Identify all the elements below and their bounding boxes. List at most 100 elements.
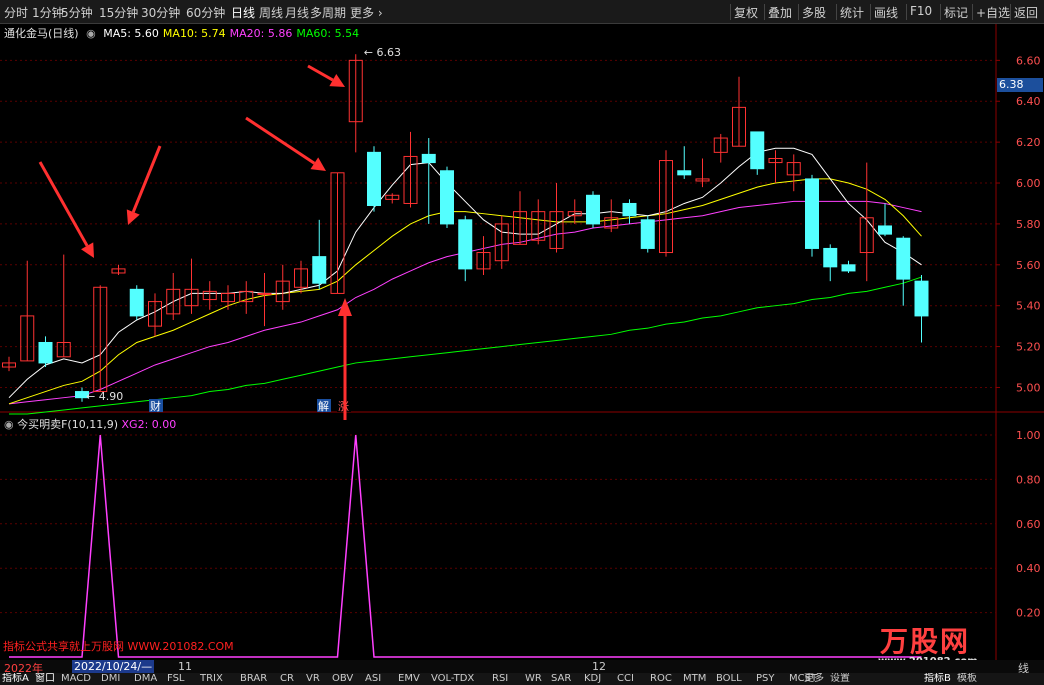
indicator-tab-6[interactable]: TRIX bbox=[200, 673, 223, 685]
indicator-tab-5[interactable]: FSL bbox=[167, 673, 185, 685]
candle-body[interactable] bbox=[440, 170, 454, 225]
period-tab-4[interactable]: 30分钟 bbox=[141, 4, 180, 21]
date-axis: 2022年 2022/10/24/— 11 12 线 bbox=[0, 660, 1044, 675]
candle-body[interactable] bbox=[914, 280, 929, 317]
indicator-name[interactable]: 今买明卖F(10,11,9) bbox=[17, 418, 118, 431]
ma-label-0: MA5: 5.60 bbox=[103, 27, 159, 40]
indicator-tab-22[interactable]: PSY bbox=[756, 673, 775, 685]
candle-body[interactable] bbox=[805, 178, 819, 249]
indicator-tab-21[interactable]: BOLL bbox=[716, 673, 742, 685]
toolbar-separator bbox=[972, 4, 973, 20]
period-tab-2[interactable]: 5分钟 bbox=[61, 4, 93, 21]
tool-button-2[interactable]: 多股 bbox=[802, 4, 826, 21]
chart-title-row: 通化金马(日线) ◉ MA5: 5.60 MA10: 5.74 MA20: 5.86… bbox=[4, 25, 363, 40]
candle-body[interactable] bbox=[677, 170, 692, 176]
tool-button-0[interactable]: 复权 bbox=[734, 4, 758, 21]
tool-button-1[interactable]: 叠加 bbox=[768, 4, 792, 21]
period-tab-9[interactable]: 多周期 bbox=[310, 4, 346, 21]
annotation-arrow-shaft bbox=[38, 161, 89, 247]
period-tab-1[interactable]: 1分钟 bbox=[32, 4, 64, 21]
indicator-tab-1[interactable]: 窗口 bbox=[35, 673, 55, 685]
candle-body[interactable] bbox=[129, 288, 144, 317]
indicator-tab-12[interactable]: EMV bbox=[398, 673, 420, 685]
ma-label-3: MA60: 5.54 bbox=[296, 27, 360, 40]
period-tab-6[interactable]: 日线 bbox=[231, 4, 255, 21]
candle-body[interactable] bbox=[841, 264, 856, 272]
ma60-line bbox=[9, 276, 922, 415]
annotation-arrow-shaft bbox=[307, 64, 334, 82]
candle-body[interactable] bbox=[622, 202, 637, 217]
indicator-tab-9[interactable]: VR bbox=[306, 673, 320, 685]
price-tick-label: 5.00 bbox=[1016, 381, 1041, 394]
toolbar-separator bbox=[940, 4, 941, 20]
indicator-tab-4[interactable]: DMA bbox=[134, 673, 157, 685]
indicator-tab-24[interactable]: 更多 bbox=[804, 673, 824, 685]
period-tab-3[interactable]: 15分钟 bbox=[99, 4, 138, 21]
indicator-tab-11[interactable]: ASI bbox=[365, 673, 381, 685]
price-tick-label: 5.20 bbox=[1016, 341, 1041, 354]
indicator-tab-10[interactable]: OBV bbox=[332, 673, 353, 685]
toolbar-separator bbox=[1010, 4, 1011, 20]
marker-cai[interactable]: 财 bbox=[150, 399, 161, 413]
indicator-tab-14[interactable]: RSI bbox=[492, 673, 508, 685]
indicator-collapse-icon[interactable]: ◉ bbox=[4, 418, 14, 431]
price-tick-label: 5.80 bbox=[1016, 218, 1041, 231]
tool-button-4[interactable]: 画线 bbox=[874, 4, 898, 21]
period-tab-0[interactable]: 分时 bbox=[4, 4, 28, 21]
indicator-tab-8[interactable]: CR bbox=[280, 673, 294, 685]
price-tick-label: 5.40 bbox=[1016, 300, 1041, 313]
indicator-tab-25[interactable]: 设置 bbox=[830, 673, 850, 685]
indicator-tab-18[interactable]: CCI bbox=[617, 673, 634, 685]
candle-body[interactable] bbox=[823, 247, 838, 268]
collapse-icon[interactable]: ◉ bbox=[86, 27, 96, 40]
candle-body[interactable] bbox=[640, 219, 655, 249]
indicator-tab-7[interactable]: BRAR bbox=[240, 673, 267, 685]
indicator-tab-17[interactable]: KDJ bbox=[584, 673, 601, 685]
price-tick-label: 5.60 bbox=[1016, 259, 1041, 272]
annotation-arrow-head bbox=[338, 298, 352, 316]
price-tick-label: 6.20 bbox=[1016, 136, 1041, 149]
candle-body[interactable] bbox=[367, 151, 381, 207]
candle-body[interactable] bbox=[421, 153, 436, 164]
annotation-arrow-head bbox=[310, 157, 326, 171]
high-price-note: ← 6.63 bbox=[364, 46, 401, 59]
candle-body[interactable] bbox=[38, 341, 53, 364]
price-tick-label: 6.00 bbox=[1016, 177, 1041, 190]
tool-button-7[interactable]: +自选 bbox=[976, 4, 1010, 21]
price-tick-label: 6.60 bbox=[1016, 54, 1041, 67]
indicator-tab-3[interactable]: DMI bbox=[101, 673, 120, 685]
period-tab-10[interactable]: 更多 › bbox=[350, 4, 383, 21]
indicator-tab-0[interactable]: 指标A bbox=[2, 673, 29, 685]
tool-button-6[interactable]: 标记 bbox=[944, 4, 968, 21]
candle-body[interactable] bbox=[896, 237, 911, 280]
candle-body[interactable] bbox=[257, 292, 272, 295]
candle-body[interactable] bbox=[312, 256, 327, 284]
ma-label-2: MA20: 5.86 bbox=[229, 27, 293, 40]
indicator-tab-19[interactable]: ROC bbox=[650, 673, 672, 685]
indicator-tab-20[interactable]: MTM bbox=[683, 673, 706, 685]
price-tick-label: 6.40 bbox=[1016, 95, 1041, 108]
indicator-tab-26[interactable]: 指标B bbox=[924, 673, 951, 685]
annotation-arrow-shaft bbox=[245, 116, 316, 165]
toolbar-separator bbox=[906, 4, 907, 20]
indicator-tab-16[interactable]: SAR bbox=[551, 673, 571, 685]
indicator-tab-27[interactable]: 模板 bbox=[957, 673, 977, 685]
tool-button-3[interactable]: 统计 bbox=[840, 4, 864, 21]
candle-body[interactable] bbox=[878, 225, 892, 235]
indicator-tab-2[interactable]: MACD bbox=[61, 673, 91, 685]
candle-body[interactable] bbox=[586, 194, 600, 225]
period-tab-7[interactable]: 周线 bbox=[259, 4, 283, 21]
indicator-tab-15[interactable]: WR bbox=[525, 673, 542, 685]
period-tab-5[interactable]: 60分钟 bbox=[186, 4, 225, 21]
period-tab-8[interactable]: 月线 bbox=[285, 4, 309, 21]
marker-jie[interactable]: 解 bbox=[318, 399, 329, 413]
indicator-tab-13[interactable]: VOL-TDX bbox=[431, 673, 474, 685]
tool-button-8[interactable]: 返回 bbox=[1014, 4, 1038, 21]
tool-button-5[interactable]: F10 bbox=[910, 4, 932, 18]
date-november: 11 bbox=[178, 660, 192, 673]
kline-chart[interactable]: 6.60 6.40 6.20 6.00 5.80 5.60 5.40 5.20 5.00 ← 6.… bbox=[0, 24, 1044, 660]
current-price-label: 6.38 bbox=[997, 78, 1043, 92]
candle-body[interactable] bbox=[458, 219, 473, 270]
candle-body[interactable] bbox=[750, 131, 765, 170]
brand-logo: 万股网 bbox=[880, 625, 971, 658]
